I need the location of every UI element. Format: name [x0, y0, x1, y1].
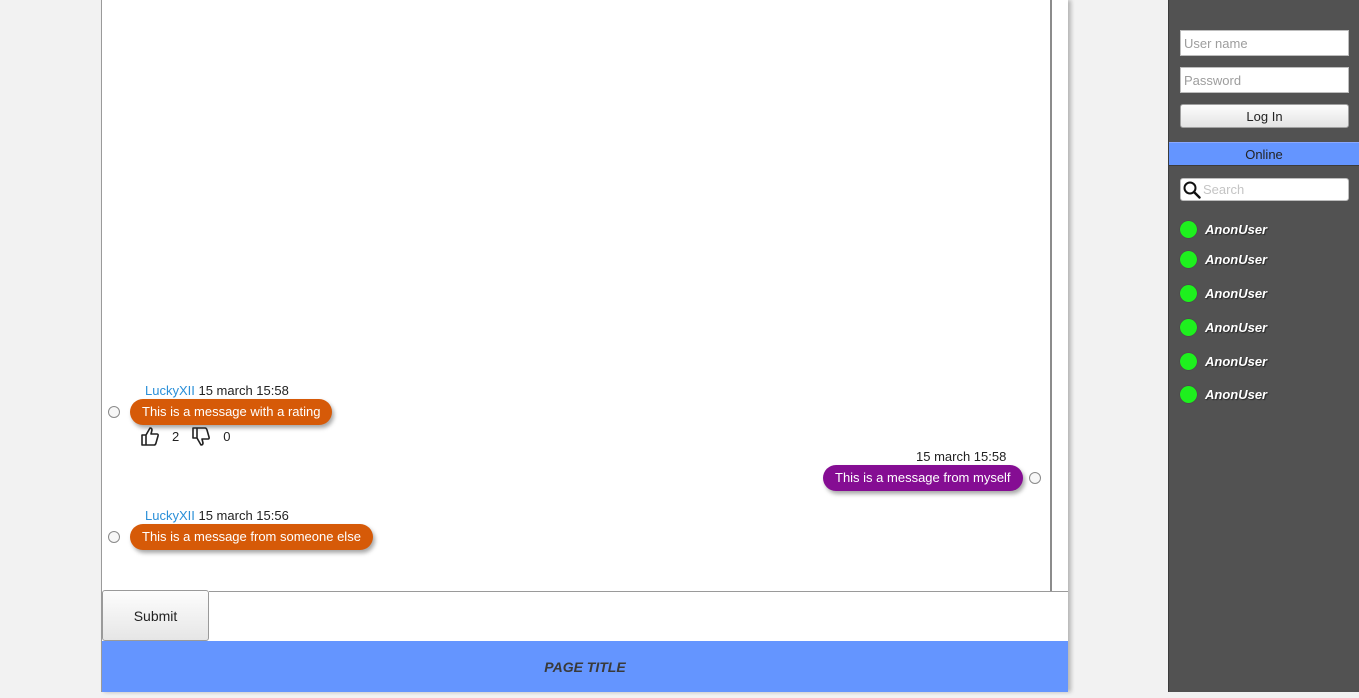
online-user-name: AnonUser	[1205, 354, 1268, 369]
dislike-count: 0	[223, 429, 231, 444]
message-username[interactable]: LuckyXII	[145, 383, 195, 398]
chat-panel: LuckyXII 15 march 15:58 This is a messag…	[101, 0, 1068, 692]
online-user[interactable]: AnonUser	[1180, 386, 1267, 403]
page-title: PAGE TITLE	[544, 658, 626, 675]
message-select-radio[interactable]	[108, 406, 120, 418]
online-status-icon	[1180, 353, 1197, 370]
login-button[interactable]: Log In	[1180, 104, 1349, 128]
message-select-radio[interactable]	[108, 531, 120, 543]
message-input[interactable]	[209, 591, 1068, 641]
online-user[interactable]: AnonUser	[1180, 221, 1267, 238]
thumbs-down-icon[interactable]	[192, 427, 211, 446]
like-count: 2	[172, 429, 180, 444]
message-bubble: This is a message with a rating	[130, 399, 333, 425]
message-meta: LuckyXII 15 march 15:58	[145, 383, 289, 398]
online-user[interactable]: AnonUser	[1180, 353, 1267, 370]
online-user-name: AnonUser	[1205, 387, 1268, 402]
online-status-icon	[1180, 251, 1197, 268]
message-meta: LuckyXII 15 march 15:56	[145, 508, 289, 523]
message-list[interactable]: LuckyXII 15 march 15:58 This is a messag…	[102, 0, 1068, 591]
user-search[interactable]	[1180, 178, 1349, 201]
online-header: Online	[1169, 142, 1359, 166]
message-rating: 2 0	[141, 427, 230, 446]
online-user[interactable]: AnonUser	[1180, 251, 1267, 268]
message-select-radio[interactable]	[1029, 472, 1041, 484]
online-user-name: AnonUser	[1205, 222, 1268, 237]
online-status-icon	[1180, 221, 1197, 238]
message-bubble: This is a message from someone else	[130, 524, 373, 550]
online-user-name: AnonUser	[1205, 286, 1268, 301]
scrollbar[interactable]	[1051, 0, 1068, 591]
message-bubble: This is a message from myself	[823, 465, 1023, 491]
search-input[interactable]	[1203, 180, 1345, 199]
message-timestamp: 15 march 15:56	[198, 508, 289, 523]
sidebar: Log In Online AnonUser AnonUser AnonUser…	[1168, 0, 1359, 692]
online-status-icon	[1180, 319, 1197, 336]
thumbs-up-icon[interactable]	[141, 427, 159, 446]
page-title-bar: PAGE TITLE	[102, 641, 1068, 692]
online-user[interactable]: AnonUser	[1180, 319, 1267, 336]
password-field[interactable]	[1180, 67, 1349, 93]
username-field[interactable]	[1180, 30, 1349, 56]
message-meta: 15 march 15:58	[916, 449, 1006, 464]
online-user[interactable]: AnonUser	[1180, 285, 1267, 302]
online-user-name: AnonUser	[1205, 320, 1268, 335]
online-status-icon	[1180, 285, 1197, 302]
online-user-name: AnonUser	[1205, 252, 1268, 267]
submit-button[interactable]: Submit	[102, 590, 209, 641]
message-username[interactable]: LuckyXII	[145, 508, 195, 523]
online-status-icon	[1180, 386, 1197, 403]
message-timestamp: 15 march 15:58	[198, 383, 289, 398]
message-timestamp: 15 march 15:58	[916, 449, 1007, 464]
search-icon	[1183, 181, 1201, 204]
